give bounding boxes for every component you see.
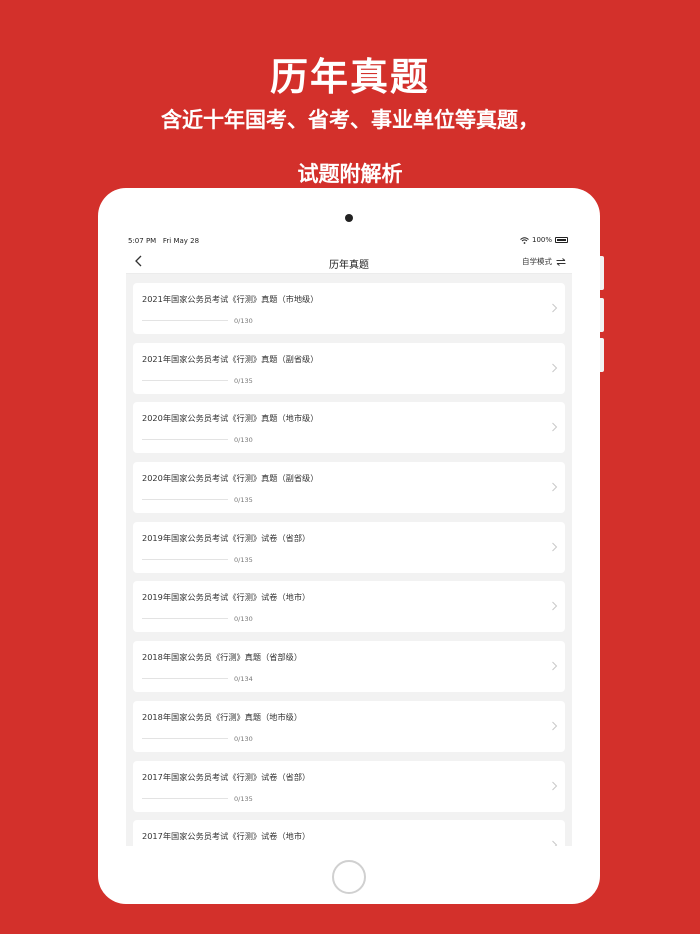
- exam-progress-text: 0/130: [234, 436, 253, 445]
- chevron-right-icon: [552, 423, 558, 432]
- status-time: 5:07 PM: [128, 237, 157, 245]
- exam-title: 2021年国家公务员考试《行测》真题（副省级）: [142, 353, 319, 364]
- exam-list-item[interactable]: 2017年国家公务员考试《行测》试卷（地市）: [133, 820, 565, 846]
- exam-progress-bar: [142, 737, 228, 739]
- status-time-date: 5:07 PM Fri May 28: [128, 237, 199, 245]
- exam-list-item[interactable]: 2019年国家公务员考试《行测》试卷（省部） 0/135: [133, 521, 565, 573]
- exam-title: 2019年国家公务员考试《行测》试卷（地市）: [142, 592, 311, 603]
- status-right: 100%: [520, 236, 568, 244]
- exam-progress-bar: [142, 320, 228, 321]
- exam-progress-text: 0/134: [234, 675, 253, 684]
- exam-list-item[interactable]: 2018年国家公务员《行测》真题（省部级） 0/134: [133, 641, 565, 693]
- exam-list: 2021年国家公务员考试《行测》真题（市地级） 0/130 2021年国家公务员考试…: [126, 274, 572, 846]
- chevron-right-icon: [552, 542, 558, 552]
- battery-icon: [555, 237, 568, 243]
- exam-progress-text: 0/135: [234, 555, 253, 564]
- exam-progress-bar: [142, 558, 228, 560]
- side-button: [600, 338, 604, 372]
- exam-title: 2021年国家公务员考试《行测》真题（市地级）: [142, 294, 319, 304]
- exam-progress-text: 0/135: [234, 794, 253, 803]
- battery-percent: 100%: [531, 236, 552, 244]
- exam-list-item[interactable]: 2018年国家公务员《行测》真题（地市级） 0/130: [133, 700, 565, 752]
- chevron-right-icon: [552, 661, 558, 671]
- nav-bar: 历年真题 自学模式: [126, 250, 572, 274]
- promo-title: 历年真题: [269, 55, 430, 99]
- exam-progress-text: 0/135: [234, 496, 253, 505]
- promo-subtitle-line1: 含近十年国考、省考、事业单位等真题，: [161, 108, 539, 132]
- exam-progress-text: 0/135: [234, 376, 253, 385]
- exam-title: 2020年国家公务员考试《行测》真题（副省级）: [142, 473, 319, 484]
- exam-list-item[interactable]: 2021年国家公务员考试《行测》真题（市地级） 0/130: [133, 283, 565, 334]
- exam-list-item[interactable]: 2021年国家公务员考试《行测》真题（副省级） 0/135: [133, 342, 565, 394]
- chevron-right-icon: [552, 482, 558, 492]
- exam-progress-bar: [142, 797, 228, 799]
- chevron-right-icon: [552, 363, 558, 373]
- chevron-right-icon: [552, 840, 558, 846]
- promo-subtitle-line2: 试题附解析: [297, 162, 403, 186]
- volume-up-button: [600, 256, 604, 290]
- exam-title: 2018年国家公务员《行测》真题（省部级）: [142, 652, 303, 663]
- nav-title: 历年真题: [329, 260, 369, 271]
- exam-list-item[interactable]: 2020年国家公务员考试《行测》真题（副省级） 0/135: [133, 462, 565, 514]
- home-button[interactable]: [332, 860, 366, 894]
- study-mode-label: 自学模式: [522, 257, 552, 266]
- chevron-right-icon: [552, 602, 558, 611]
- chevron-right-icon: [552, 721, 558, 731]
- exam-progress-bar: [142, 499, 228, 501]
- study-mode-toggle[interactable]: 自学模式: [522, 256, 566, 267]
- exam-progress-bar: [142, 618, 228, 620]
- front-camera: [345, 214, 353, 222]
- exam-list-item[interactable]: 2017年国家公务员考试《行测》试卷（省部） 0/135: [133, 760, 565, 812]
- swap-arrows-icon: [556, 257, 566, 266]
- exam-progress-bar: [142, 678, 228, 680]
- exam-title: 2020年国家公务员考试《行测》真题（地市级）: [142, 413, 319, 424]
- exam-progress-bar: [142, 379, 228, 381]
- chevron-right-icon: [552, 303, 558, 313]
- exam-title: 2017年国家公务员考试《行测》试卷（地市）: [142, 831, 311, 842]
- exam-title: 2019年国家公务员考试《行测》试卷（省部）: [142, 532, 311, 543]
- tablet-frame: 5:07 PM Fri May 28 100% 历年真题 自学模式 2021年国…: [98, 188, 604, 904]
- exam-list-item[interactable]: 2019年国家公务员考试《行测》试卷（地市） 0/130: [133, 581, 565, 633]
- exam-title: 2017年国家公务员考试《行测》试卷（省部）: [142, 771, 311, 782]
- volume-down-button: [600, 298, 604, 332]
- exam-progress-bar: [142, 439, 228, 441]
- exam-progress-text: 0/130: [234, 317, 253, 325]
- exam-title: 2018年国家公务员《行测》真题（地市级）: [142, 711, 303, 722]
- status-date: Fri May 28: [162, 237, 200, 245]
- wifi-icon: [520, 236, 529, 244]
- chevron-right-icon: [552, 781, 558, 790]
- exam-progress-text: 0/130: [234, 615, 253, 624]
- app-screen: 5:07 PM Fri May 28 100% 历年真题 自学模式 2021年国…: [126, 232, 572, 846]
- exam-progress-text: 0/130: [234, 734, 253, 743]
- exam-list-item[interactable]: 2020年国家公务员考试《行测》真题（地市级） 0/130: [133, 402, 565, 454]
- status-bar: 5:07 PM Fri May 28 100%: [126, 232, 572, 250]
